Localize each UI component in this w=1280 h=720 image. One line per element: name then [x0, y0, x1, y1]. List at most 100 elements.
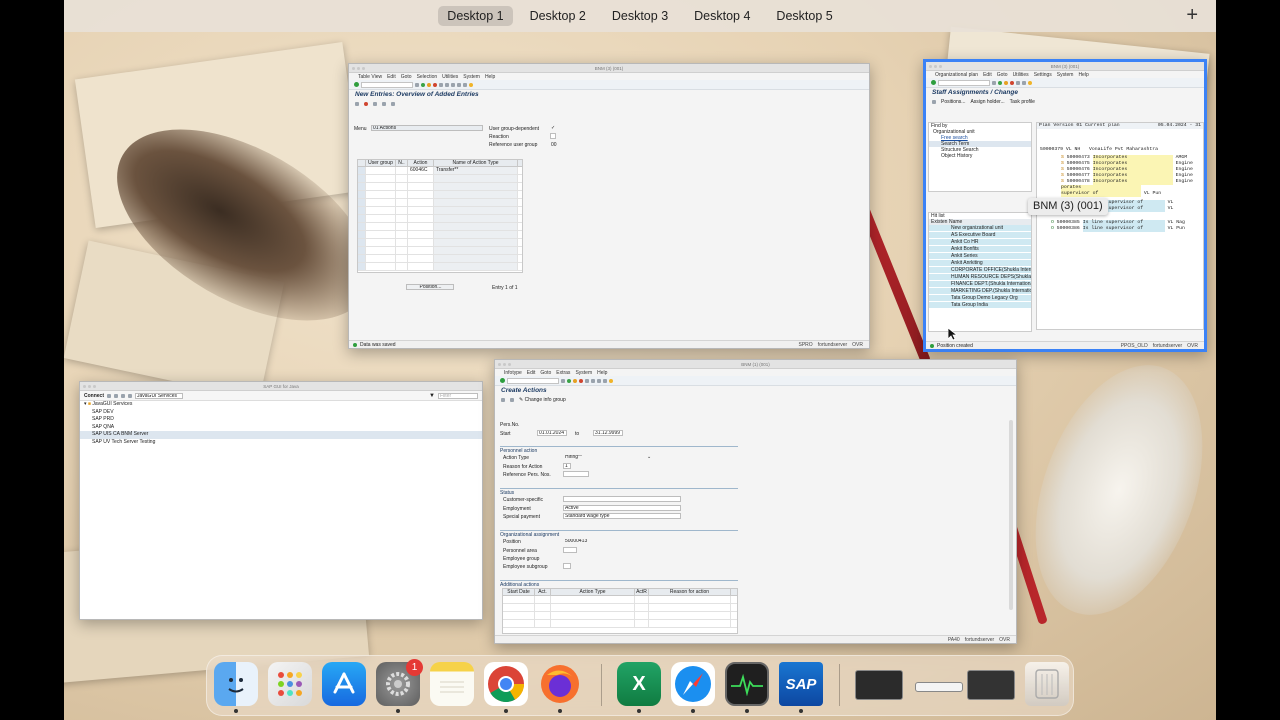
menu-item[interactable]: Table View — [358, 74, 382, 80]
menu-item[interactable]: System — [463, 74, 480, 80]
employee-subgroup-field[interactable] — [563, 563, 571, 569]
reference-pers-field[interactable] — [563, 471, 589, 477]
table-row[interactable] — [503, 612, 737, 620]
connect-button[interactable]: Connect — [84, 393, 104, 399]
table-row[interactable] — [358, 231, 522, 239]
select-all-icon[interactable] — [382, 101, 386, 106]
hit-list-item[interactable]: Ankit Anrkiting — [929, 260, 1031, 267]
save-icon[interactable] — [415, 82, 419, 87]
first-page-icon[interactable] — [457, 82, 461, 87]
reference-user-group-value[interactable]: 00 — [551, 142, 557, 148]
desktop-tab[interactable]: Desktop 3 — [603, 6, 677, 26]
desktop-tab[interactable]: Desktop 4 — [685, 6, 759, 26]
hit-list-item[interactable]: FINANCE DEPT.(Shukla International) — [929, 281, 1031, 288]
cell-action[interactable]: 60046C — [408, 167, 434, 174]
exit-icon[interactable] — [1004, 80, 1008, 85]
hit-list-item[interactable]: Ankit Series — [929, 253, 1031, 260]
position-field[interactable]: 50000413 — [563, 538, 591, 544]
chrome-icon[interactable] — [484, 662, 528, 706]
positions-button[interactable]: Positions... — [941, 99, 965, 105]
cancel-icon[interactable] — [579, 378, 583, 383]
menu-item[interactable]: Edit — [527, 370, 536, 376]
connection-item[interactable]: SAP QNA — [80, 424, 482, 432]
user-group-checkbox[interactable]: ✓ — [551, 125, 555, 131]
deselect-icon[interactable] — [391, 101, 395, 106]
table-row[interactable] — [358, 191, 522, 199]
sap-gui-icon[interactable]: SAP — [779, 662, 823, 706]
minimized-window-thumbnail[interactable] — [855, 670, 903, 700]
edit-icon[interactable] — [114, 393, 118, 398]
last-page-icon[interactable] — [603, 378, 607, 383]
end-date-field[interactable]: 31.12.9999 — [593, 430, 623, 436]
menu-item[interactable]: Organizational plan — [935, 72, 978, 78]
cell-n[interactable] — [396, 167, 408, 174]
add-desktop-button[interactable]: + — [1186, 5, 1198, 25]
table-row[interactable] — [358, 223, 522, 231]
save-icon[interactable] — [992, 80, 996, 85]
command-field[interactable] — [938, 79, 990, 86]
minimized-window-thumbnail[interactable] — [967, 670, 1015, 700]
cancel-icon[interactable] — [1010, 80, 1014, 85]
execute-icon[interactable] — [501, 397, 505, 402]
firefox-icon[interactable] — [538, 662, 582, 706]
menu-item[interactable]: Utilities — [1013, 72, 1029, 78]
cancel-icon[interactable] — [433, 82, 437, 87]
find-icon[interactable] — [1022, 80, 1026, 85]
find-next-icon[interactable] — [451, 82, 455, 87]
change-info-group-button[interactable]: ✎ Change info group — [519, 397, 566, 403]
command-field[interactable] — [507, 377, 559, 384]
connection-item[interactable]: SAP DEV — [80, 409, 482, 417]
table-row[interactable] — [358, 263, 522, 271]
table-row[interactable] — [503, 596, 737, 604]
enter-icon[interactable] — [354, 82, 359, 87]
connection-item-selected[interactable]: SAP UIS CA BNM Server — [80, 431, 482, 439]
connection-item[interactable]: SAP UV Tech Server Testing — [80, 439, 482, 447]
hit-list-item[interactable]: Ankit Bonfits — [929, 246, 1031, 253]
table-row[interactable] — [358, 175, 522, 183]
help-icon[interactable] — [609, 378, 613, 383]
reaction-checkbox[interactable] — [550, 133, 556, 139]
table-row[interactable] — [358, 207, 522, 215]
exit-icon[interactable] — [573, 378, 577, 383]
delete-icon[interactable] — [128, 393, 132, 398]
excel-icon[interactable]: X — [617, 662, 661, 706]
back-icon[interactable] — [567, 378, 571, 383]
system-settings-icon[interactable]: 1 — [376, 659, 423, 706]
menu-item[interactable]: Selection — [417, 74, 438, 80]
back-icon[interactable] — [998, 80, 1002, 85]
supervisor-row[interactable]: O 50000386 Is line supervisor of VL Pun — [1051, 226, 1203, 232]
folder-java-services[interactable]: ▾ ■ JavaGUI Services — [80, 401, 482, 409]
find-icon[interactable] — [591, 378, 595, 383]
copy-icon[interactable] — [373, 101, 377, 106]
task-profile-button[interactable]: Task profile — [1010, 99, 1035, 105]
minimized-window-thumbnail[interactable] — [915, 682, 963, 692]
table-row[interactable] — [358, 183, 522, 191]
sap-window-create-actions[interactable]: BNM (1) (001) Infotype Edit Goto Extras … — [494, 359, 1017, 644]
sap-gui-java-window[interactable]: SAP GUI for Java Connect JavaGUI Service… — [79, 381, 483, 620]
hit-list-item[interactable]: AS Executive Board — [929, 232, 1031, 239]
start-date-field[interactable]: 01.01.2024 — [537, 430, 567, 436]
safari-icon[interactable] — [671, 662, 715, 706]
table-row[interactable] — [358, 215, 522, 223]
app-store-icon[interactable] — [322, 662, 366, 706]
hit-list-item[interactable]: MARKETING DEP.(Shukla Internationa — [929, 288, 1031, 295]
structure-row[interactable]: supervisor of VL Pun — [1061, 191, 1203, 197]
table-row[interactable]: 60046C Transfer** — [358, 167, 522, 175]
activity-monitor-icon[interactable] — [725, 662, 769, 706]
personnel-area-field[interactable] — [563, 547, 577, 553]
desktop-tab[interactable]: Desktop 2 — [521, 6, 595, 26]
copy-icon[interactable] — [121, 393, 125, 398]
menu-item[interactable]: Help — [485, 74, 495, 80]
back-icon[interactable] — [421, 82, 425, 87]
menu-item[interactable]: Extras — [556, 370, 570, 376]
menu-item[interactable]: Settings — [1034, 72, 1052, 78]
table-row[interactable] — [358, 255, 522, 263]
print-icon[interactable] — [1016, 80, 1020, 85]
enter-icon[interactable] — [931, 80, 936, 85]
finder-icon[interactable] — [214, 662, 258, 706]
hit-list-item[interactable]: Tata Group India — [929, 302, 1031, 309]
menu-item[interactable]: System — [1057, 72, 1074, 78]
notes-icon[interactable] — [430, 662, 474, 706]
table-row[interactable] — [358, 247, 522, 255]
filter-input[interactable]: Filter — [438, 392, 478, 399]
